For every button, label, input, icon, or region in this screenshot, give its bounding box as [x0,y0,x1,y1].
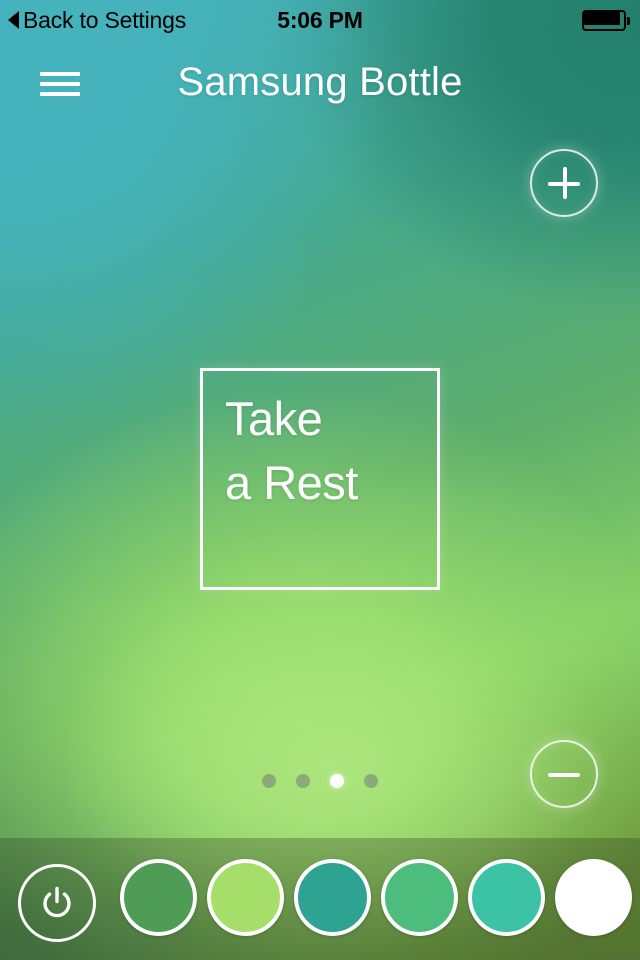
page-dot-1[interactable] [262,774,276,788]
page-dot-2[interactable] [296,774,310,788]
battery-full-icon [582,10,630,31]
page-dot-3[interactable] [330,774,344,788]
mode-card[interactable]: Take a Rest [200,368,440,590]
power-icon [43,886,71,918]
battery-nub [627,17,630,25]
swatch-forest-green[interactable] [120,859,197,936]
swatch-emerald-green[interactable] [381,859,458,936]
app-screen: Back to Settings 5:06 PM Samsung Bottle … [0,0,640,960]
color-swatch-list [120,859,632,936]
bottom-toolbar [0,838,640,960]
page-indicator [0,774,640,788]
plus-circle-icon[interactable] [530,149,598,217]
battery-fill [584,12,620,25]
page-title: Samsung Bottle [177,60,463,104]
app-header: Samsung Bottle [0,40,640,132]
mode-card-label: Take a Rest [225,392,358,509]
status-bar: Back to Settings 5:06 PM [0,0,640,40]
status-bar-clock: 5:06 PM [277,6,363,33]
plus-vertical-bar [563,167,567,199]
swatch-lime-green[interactable] [207,859,284,936]
swatch-turquoise[interactable] [468,859,545,936]
power-button[interactable] [18,864,96,942]
swatch-white[interactable] [555,859,632,936]
swatch-teal-green[interactable] [294,859,371,936]
page-dot-4[interactable] [364,774,378,788]
